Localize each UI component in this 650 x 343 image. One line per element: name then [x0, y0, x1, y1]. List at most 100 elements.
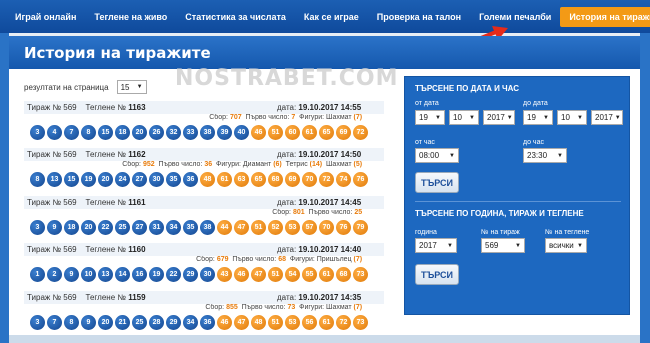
from-day-select[interactable]: 19 ▼ [415, 110, 445, 125]
year-select[interactable]: 2017 ▼ [415, 238, 457, 253]
chevron-down-icon: ▼ [136, 84, 143, 90]
from-date-label: от дата [415, 100, 439, 107]
number-ball: 31 [149, 220, 164, 235]
stat-label: Фигури: Пришълец [289, 256, 352, 263]
stat-label: Сбор: [209, 114, 228, 121]
left-background [0, 33, 9, 343]
draw-date: дата: 19.10.2017 14:50 [277, 150, 361, 159]
number-ball: 65 [319, 125, 334, 140]
stat-label: Сбор: [122, 161, 141, 168]
chevron-down-icon: ▼ [577, 242, 583, 249]
stat-label: Сбор: [205, 304, 225, 311]
stat-label: Тетрис [285, 161, 308, 168]
search-panel: ТЪРСЕНЕ ПО ДАТА И ЧАС от дата до дата 19… [404, 76, 630, 315]
date-value: 19.10.2017 14:45 [298, 198, 362, 207]
number-ball: 1 [30, 267, 45, 282]
date-label: дата: [277, 245, 297, 254]
nav-item[interactable]: Статистика за числата [176, 7, 295, 27]
search-year-button[interactable]: ТЪРСИ [415, 264, 459, 285]
number-ball: 79 [353, 220, 368, 235]
stat-value: 36 [204, 161, 213, 168]
number-ball: 29 [183, 267, 198, 282]
number-ball: 20 [132, 125, 147, 140]
from-month-select[interactable]: 10 ▼ [449, 110, 479, 125]
nav-item[interactable]: Проверка на талон [368, 7, 470, 27]
stat-value: 801 [292, 209, 305, 216]
teglene-value: всички [549, 241, 574, 250]
number-ball: 27 [132, 220, 147, 235]
nav-item[interactable]: Теглене на живо [85, 7, 176, 27]
number-ball: 35 [166, 172, 181, 187]
year-value: 2017 [419, 241, 437, 250]
nav-item[interactable]: Играй онлайн [6, 7, 85, 27]
draw-row: Тираж № 569 Теглене № 1162 дата: 19.10.20… [24, 148, 384, 187]
to-month-select[interactable]: 10 ▼ [557, 110, 587, 125]
search-date-button[interactable]: ТЪРСИ [415, 172, 459, 193]
to-day-select[interactable]: 19 ▼ [523, 110, 553, 125]
from-month-value: 10 [453, 113, 462, 122]
draw-stats: Сбор: 679 Първо число: 68 Фигури: Пришъл… [24, 256, 384, 266]
tiraj-select[interactable]: 569 ▼ [481, 238, 525, 253]
chevron-down-icon: ▼ [469, 114, 475, 121]
stat-label: Първо число: [232, 256, 277, 263]
number-ball: 72 [336, 315, 351, 330]
number-ball: 47 [234, 220, 249, 235]
number-ball: 70 [319, 220, 334, 235]
number-ball: 10 [81, 267, 96, 282]
stat-value: 68 [278, 256, 286, 263]
number-ball: 9 [64, 267, 79, 282]
from-time-select[interactable]: 08:00 ▼ [415, 148, 459, 163]
date-value: 19.10.2017 14:40 [298, 245, 362, 254]
number-ball: 25 [132, 315, 147, 330]
to-date-label: до дата [523, 100, 548, 107]
number-ball: 70 [302, 172, 317, 187]
teglene-number: 1162 [128, 150, 146, 159]
number-ball: 8 [81, 125, 96, 140]
to-time-label: до час [523, 139, 544, 146]
chevron-down-icon: ▼ [506, 114, 513, 121]
number-ball: 68 [268, 172, 283, 187]
number-ball: 69 [285, 172, 300, 187]
teglene-label: № на теглене [545, 229, 590, 236]
tiraj-number: Тираж № 569 [27, 103, 77, 112]
main-nav: Играй онлайн Теглене на живо Статистика за… [0, 0, 650, 33]
number-ball: 20 [81, 220, 96, 235]
draw-row: Тираж № 569 Теглене № 1160 дата: 19.10.20… [24, 243, 384, 282]
nav-item[interactable]: Как се играе [295, 7, 368, 27]
number-ball: 3 [30, 220, 45, 235]
number-ball: 38 [200, 125, 215, 140]
number-ball: 15 [98, 125, 113, 140]
stat-value: 25 [354, 209, 363, 216]
per-page-select[interactable]: 15 ▼ [116, 80, 147, 94]
stat-label: Фигури: Шахмат [299, 304, 352, 311]
teglene-select[interactable]: всички ▼ [545, 238, 587, 253]
per-page-control: резултати на страница 15 ▼ [24, 80, 147, 94]
date-value: 19.10.2017 14:35 [298, 293, 362, 302]
title-bar: История на тиражите [9, 36, 640, 69]
number-ball: 26 [149, 125, 164, 140]
right-background [640, 33, 650, 343]
chevron-down-icon: ▼ [577, 114, 583, 121]
divider [415, 201, 621, 202]
number-ball: 22 [166, 267, 181, 282]
per-page-value: 15 [120, 82, 130, 92]
to-month-value: 10 [561, 113, 570, 122]
to-time-value: 23:30 [527, 151, 548, 160]
number-ball: 2 [47, 267, 62, 282]
to-time-select[interactable]: 23:30 ▼ [523, 148, 567, 163]
to-year-select[interactable]: 2017 ▼ [591, 110, 623, 125]
number-ball: 51 [268, 267, 283, 282]
number-ball: 53 [285, 220, 300, 235]
chevron-down-icon: ▼ [614, 114, 621, 121]
nav-item[interactable]: История на тиражите [560, 6, 650, 27]
tiraj-number: Тираж № 569 [27, 293, 77, 302]
draw-row: Тираж № 569 Теглене № 1159 дата: 19.10.20… [24, 291, 384, 330]
number-ball: 53 [285, 315, 300, 330]
stat-value: 952 [142, 161, 155, 168]
number-ball: 20 [98, 172, 113, 187]
to-year-value: 2017 [595, 113, 613, 122]
from-day-value: 19 [419, 113, 428, 122]
number-ball: 51 [251, 220, 266, 235]
from-year-select[interactable]: 2017 ▼ [483, 110, 515, 125]
number-ball: 76 [353, 172, 368, 187]
